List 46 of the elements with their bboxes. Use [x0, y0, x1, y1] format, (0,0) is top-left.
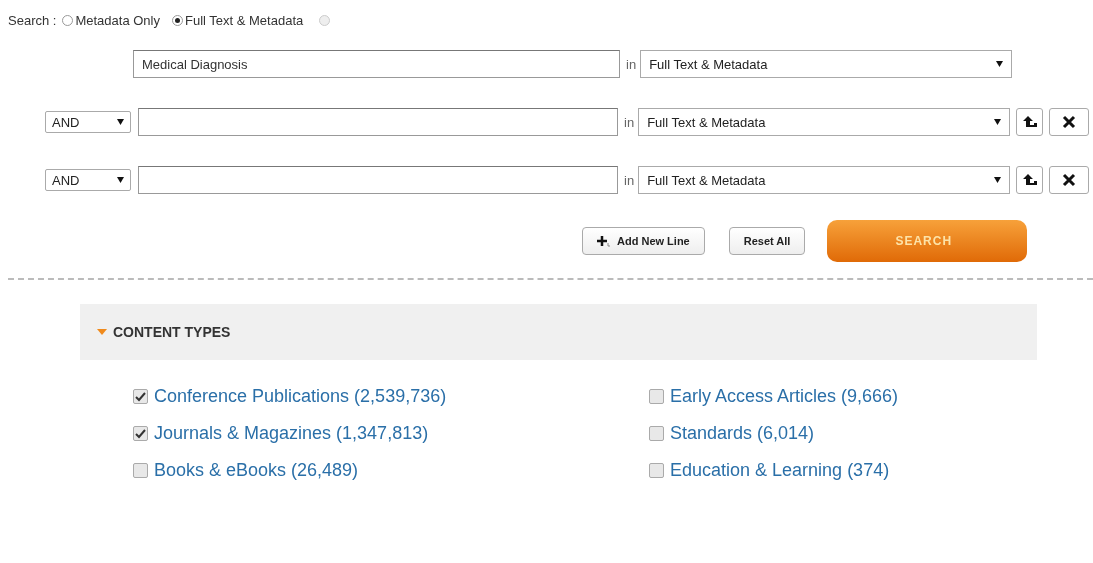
checkbox-icon[interactable]	[133, 389, 148, 404]
upload-arrow-icon	[1021, 115, 1038, 129]
field-select[interactable]: Full Text & Metadata	[638, 108, 1011, 136]
caret-icon	[994, 177, 1002, 183]
checkbox-icon[interactable]	[649, 389, 664, 404]
field-select[interactable]: Full Text & Metadata	[638, 166, 1011, 194]
caret-icon	[117, 119, 124, 125]
in-label: in	[626, 56, 637, 72]
close-icon	[1062, 173, 1077, 187]
triangle-icon	[97, 328, 107, 336]
in-label: in	[624, 172, 635, 188]
content-type-checkbox[interactable]: Books & eBooks (26,489)	[133, 460, 649, 481]
add-line-button[interactable]: Add New Line	[582, 227, 705, 255]
search-scope-label: Search :	[8, 13, 57, 28]
checkbox-icon[interactable]	[649, 426, 664, 441]
in-label: in	[624, 114, 635, 130]
search-term-field[interactable]	[138, 108, 618, 136]
caret-icon	[994, 119, 1002, 125]
operator-select[interactable]: AND	[45, 111, 131, 133]
content-type-checkbox[interactable]: Journals & Magazines (1,347,813)	[133, 423, 649, 444]
content-type-checkbox[interactable]: Standards (6,014)	[649, 423, 1089, 444]
scope-radio-option[interactable]: Metadata Only	[62, 13, 160, 28]
field-select[interactable]: Full Text & Metadata	[640, 50, 1013, 78]
checkbox-icon[interactable]	[133, 426, 148, 441]
caret-icon	[996, 61, 1004, 67]
remove-line-button[interactable]	[1049, 108, 1090, 136]
upload-arrow-icon	[1021, 173, 1038, 187]
operator-select[interactable]: AND	[45, 169, 131, 191]
close-icon	[1062, 115, 1077, 129]
content-type-checkbox[interactable]: Education & Learning (374)	[649, 460, 1089, 481]
radio-icon[interactable]	[171, 15, 183, 26]
reset-button[interactable]: Reset All	[728, 227, 806, 255]
content-type-checkbox[interactable]: Early Access Articles (9,666)	[649, 386, 1089, 407]
search-term-field[interactable]	[138, 166, 618, 194]
checkbox-icon[interactable]	[133, 463, 148, 478]
caret-icon	[117, 177, 124, 183]
scope-radio-option[interactable]: Full Text & Metadata	[171, 13, 304, 28]
remove-line-button[interactable]	[1049, 166, 1090, 194]
search-term-field[interactable]: Medical Diagnosis	[133, 50, 620, 78]
content-types-toggle[interactable]: CONTENT TYPES	[97, 324, 231, 340]
plus-icon	[597, 235, 611, 247]
content-type-checkbox[interactable]: Conference Publications (2,539,736)	[133, 386, 649, 407]
checkbox-icon[interactable]	[649, 463, 664, 478]
move-up-button[interactable]	[1016, 166, 1044, 194]
move-up-button[interactable]	[1016, 108, 1044, 136]
radio-icon[interactable]	[62, 15, 74, 26]
